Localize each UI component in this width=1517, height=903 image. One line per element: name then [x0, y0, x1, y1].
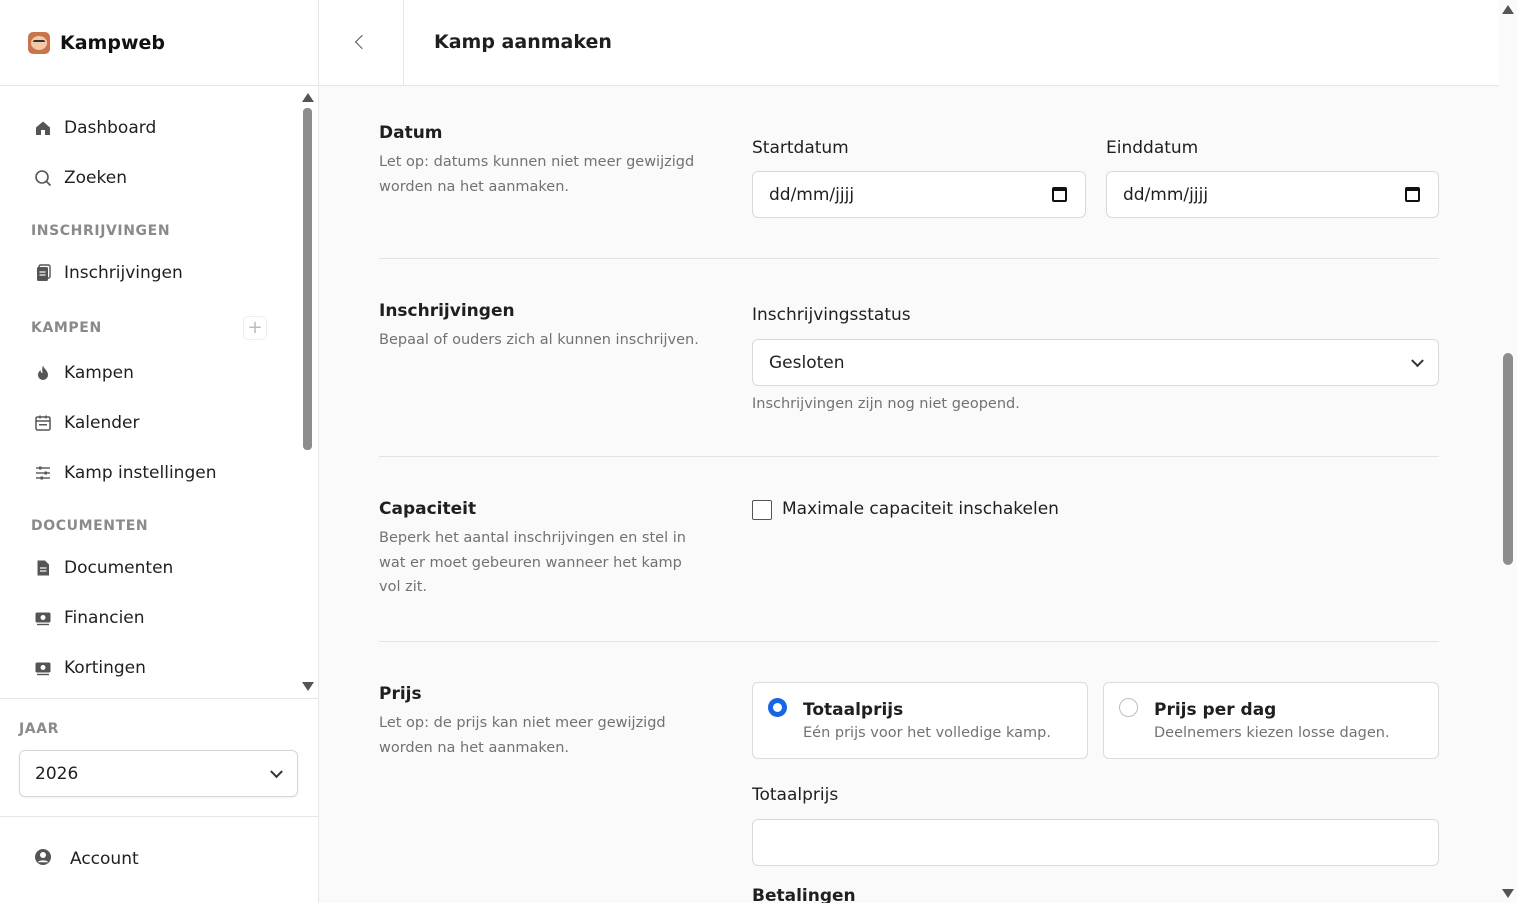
- section-title-prijs: Prijs: [379, 684, 422, 704]
- total-price-input[interactable]: [752, 819, 1439, 866]
- scroll-up-arrow-icon[interactable]: [1502, 5, 1514, 14]
- sidebar-nav: Dashboard Zoeken INSCHRIJVINGEN Inschrij…: [0, 86, 318, 698]
- price-option-description: Deelnemers kiezen losse dagen.: [1154, 725, 1390, 741]
- account-label: Account: [70, 849, 139, 869]
- section-title-documenten: DOCUMENTEN: [31, 518, 149, 534]
- section-description-datum: Let op: datums kunnen niet meer gewijzig…: [379, 154, 695, 195]
- calendar-icon: [34, 414, 52, 432]
- sidebar-scrollbar[interactable]: [300, 88, 316, 696]
- year-label: JAAR: [19, 721, 60, 737]
- sliders-icon: [34, 464, 52, 482]
- sidebar-item-label: Kampen: [64, 363, 134, 383]
- scroll-up-arrow-icon[interactable]: [302, 93, 314, 102]
- max-capacity-checkbox[interactable]: [752, 500, 772, 520]
- fire-icon: [34, 364, 52, 382]
- start-date-label: Startdatum: [752, 138, 849, 158]
- section-title-datum: Datum: [379, 123, 443, 143]
- sidebar-item-label: Zoeken: [64, 168, 127, 188]
- registration-status-select[interactable]: Gesloten: [752, 339, 1439, 386]
- max-capacity-label[interactable]: Maximale capaciteit inschakelen: [782, 499, 1059, 519]
- sidebar-item-label: Dashboard: [64, 118, 157, 138]
- scrollbar-thumb[interactable]: [303, 108, 312, 450]
- logo-icon: [28, 31, 50, 54]
- sidebar-item-label: Documenten: [64, 558, 174, 578]
- end-date-input[interactable]: dd/mm/jjjj: [1106, 171, 1439, 218]
- sidebar-item-label: Inschrijvingen: [64, 263, 183, 283]
- add-kamp-button[interactable]: +: [243, 316, 267, 340]
- price-option-title: Totaalprijs: [803, 700, 904, 720]
- start-date-placeholder: dd/mm/jjjj: [769, 184, 855, 205]
- price-option-totaalprijs[interactable]: Totaalprijs Eén prijs voor het volledige…: [752, 682, 1088, 759]
- home-icon: [34, 119, 52, 137]
- price-option-title: Prijs per dag: [1154, 700, 1277, 720]
- sidebar-item-kamp-instellingen[interactable]: Kamp instellingen: [34, 459, 216, 487]
- app-name: Kampweb: [60, 31, 165, 54]
- calendar-picker-icon[interactable]: [1052, 187, 1067, 202]
- chevron-down-icon: [270, 764, 283, 778]
- start-date-input[interactable]: dd/mm/jjjj: [752, 171, 1086, 218]
- section-divider: [379, 258, 1439, 259]
- search-icon: [34, 169, 52, 187]
- sidebar-item-documenten[interactable]: Documenten: [34, 554, 173, 582]
- sidebar-item-kalender[interactable]: Kalender: [34, 409, 139, 437]
- sidebar-item-label: Kortingen: [64, 658, 146, 678]
- sidebar-item-kampen[interactable]: Kampen: [34, 359, 134, 387]
- price-option-description: Eén prijs voor het volledige kamp.: [803, 725, 1051, 741]
- sidebar-item-financien[interactable]: Financien: [34, 604, 145, 632]
- document-icon: [34, 559, 52, 577]
- section-title-inschrijvingen: INSCHRIJVINGEN: [31, 223, 171, 239]
- radio-selected[interactable]: [768, 698, 787, 717]
- calendar-picker-icon[interactable]: [1405, 187, 1420, 202]
- sidebar-item-label: Financien: [64, 608, 145, 628]
- scrollbar-thumb[interactable]: [1503, 353, 1513, 565]
- section-description-capaciteit: Beperk het aantal inschrijvingen en stel…: [379, 530, 686, 595]
- payments-label: Betalingen: [752, 886, 856, 903]
- page-title: Kamp aanmaken: [434, 31, 612, 53]
- end-date-label: Einddatum: [1106, 138, 1199, 158]
- sidebar-item-label: Kamp instellingen: [64, 463, 217, 483]
- year-select[interactable]: 2026: [19, 750, 298, 797]
- registration-status-value: Gesloten: [769, 352, 845, 373]
- sidebar-item-dashboard[interactable]: Dashboard: [34, 114, 156, 142]
- clipboard-icon: [34, 264, 52, 282]
- sidebar-item-zoeken[interactable]: Zoeken: [34, 164, 127, 192]
- page-scrollbar[interactable]: [1499, 0, 1517, 903]
- account-link[interactable]: Account: [34, 848, 139, 870]
- year-selector-area: JAAR 2026: [0, 698, 318, 817]
- money-icon: [34, 659, 52, 677]
- section-divider: [379, 641, 1439, 642]
- registration-status-label: Inschrijvingsstatus: [752, 305, 911, 325]
- user-circle-icon: [34, 848, 52, 870]
- sidebar-item-label: Kalender: [64, 413, 140, 433]
- page-header: Kamp aanmaken: [319, 0, 1499, 86]
- price-option-prijs-per-dag[interactable]: Prijs per dag Deelnemers kiezen losse da…: [1103, 682, 1439, 759]
- section-divider: [379, 456, 1439, 457]
- sidebar-item-kortingen[interactable]: Kortingen: [34, 654, 146, 682]
- radio-unselected[interactable]: [1119, 698, 1138, 717]
- section-title-kampen: KAMPEN: [31, 320, 102, 336]
- brand[interactable]: Kampweb: [0, 0, 318, 86]
- create-camp-form: Datum Let op: datums kunnen niet meer ge…: [319, 86, 1499, 903]
- scroll-down-arrow-icon[interactable]: [1502, 889, 1514, 898]
- registration-status-helper: Inschrijvingen zijn nog niet geopend.: [752, 396, 1020, 412]
- end-date-placeholder: dd/mm/jjjj: [1123, 184, 1209, 205]
- sidebar: Kampweb Dashboard Zoeken INSCHRIJVINGEN …: [0, 0, 319, 903]
- money-icon: [34, 609, 52, 627]
- year-value: 2026: [35, 763, 79, 784]
- back-button[interactable]: [319, 0, 404, 85]
- section-title-inschrijvingen: Inschrijvingen: [379, 301, 515, 321]
- chevron-down-icon: [1411, 353, 1424, 367]
- section-title-capaciteit: Capaciteit: [379, 499, 477, 519]
- section-description-prijs: Let op: de prijs kan niet meer gewijzigd…: [379, 715, 666, 756]
- sidebar-item-inschrijvingen[interactable]: Inschrijvingen: [34, 259, 183, 287]
- section-description-inschrijvingen: Bepaal of ouders zich al kunnen inschrij…: [379, 332, 699, 348]
- scroll-down-arrow-icon[interactable]: [302, 682, 314, 691]
- total-price-label: Totaalprijs: [752, 785, 839, 805]
